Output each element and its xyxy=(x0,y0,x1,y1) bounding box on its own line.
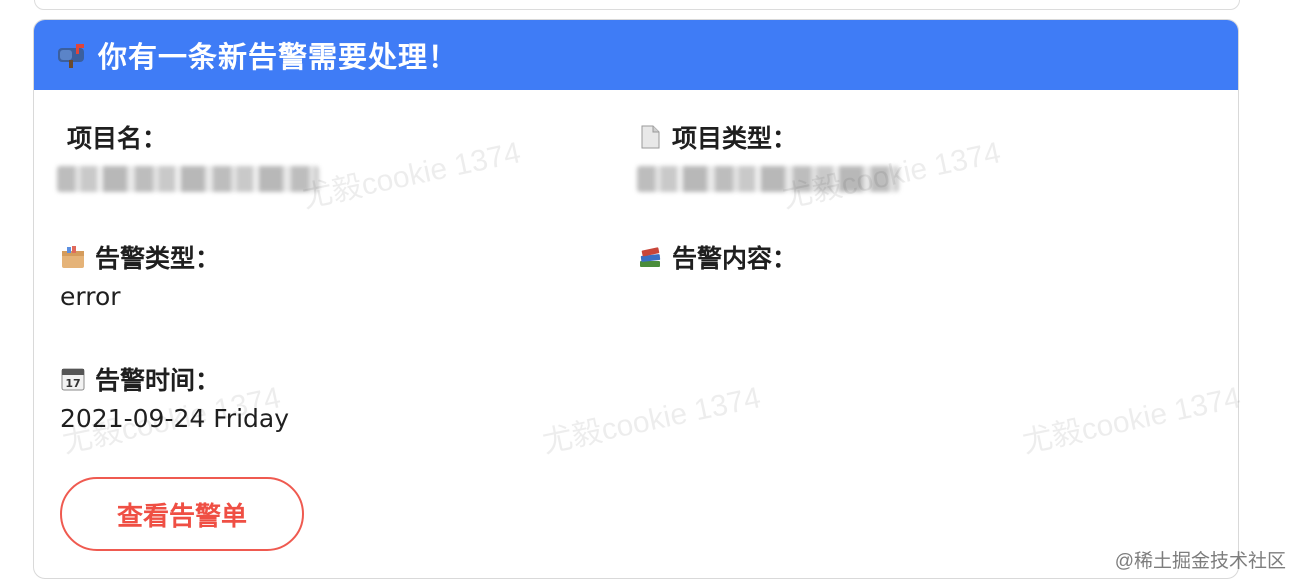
alert-content-label: 告警内容： xyxy=(672,244,798,273)
alert-card: 你有一条新告警需要处理！ 项目名： 项目类型： 告警类型： error 告警内容… xyxy=(33,19,1239,579)
svg-text:17: 17 xyxy=(65,377,80,390)
alert-title: 你有一条新告警需要处理！ xyxy=(98,40,459,74)
previous-card xyxy=(34,0,1240,10)
page-icon xyxy=(637,124,663,150)
view-alert-ticket-button[interactable]: 查看告警单 xyxy=(60,477,304,551)
field-alert-time: 17 告警时间： 2021-09-24 Friday xyxy=(60,362,600,436)
project-name-value-redacted xyxy=(57,166,319,192)
alert-type-value: error xyxy=(60,282,121,311)
books-icon xyxy=(637,244,663,270)
alert-fields: 项目名： 项目类型： 告警类型： error 告警内容： 17 告警时间： 20… xyxy=(34,90,1238,578)
calendar-icon: 17 xyxy=(60,366,86,392)
alert-time-value: 2021-09-24 Friday xyxy=(60,404,290,433)
field-alert-content: 告警内容： xyxy=(637,240,1197,314)
mailbox-icon xyxy=(56,42,88,68)
card-box-icon xyxy=(60,244,86,270)
project-type-label: 项目类型： xyxy=(672,124,798,153)
alert-content-value xyxy=(637,282,1197,314)
card-header: 你有一条新告警需要处理！ xyxy=(34,20,1238,90)
alert-type-label: 告警类型： xyxy=(95,244,221,273)
field-project-type: 项目类型： xyxy=(637,120,1197,192)
project-name-label: 项目名： xyxy=(67,124,168,153)
project-type-value-redacted xyxy=(637,166,899,192)
field-project-name: 项目名： xyxy=(57,120,607,192)
site-watermark: @稀土掘金技术社区 xyxy=(1114,551,1286,572)
alert-time-label: 告警时间： xyxy=(95,366,221,395)
field-alert-type: 告警类型： error xyxy=(60,240,600,314)
